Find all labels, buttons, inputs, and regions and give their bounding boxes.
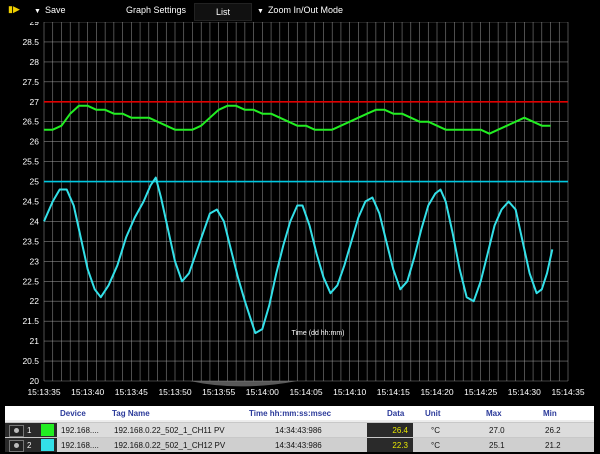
header-tag-name[interactable]: Tag Name	[112, 409, 150, 418]
x-tick-label: 15:14:20	[420, 387, 453, 397]
data-cell-bg: 26.4	[367, 423, 413, 437]
x-tick-label: 15:14:30	[508, 387, 541, 397]
y-tick-label: 25.5	[22, 157, 39, 167]
tag-cell: 192.168.0.22_502_1_CH12 PV	[114, 441, 226, 450]
table-row[interactable]: 1 192.168.... 192.168.0.22_502_1_CH11 PV…	[5, 422, 594, 437]
save-label: Save	[44, 5, 66, 15]
data-cell: 26.4	[392, 426, 408, 435]
max-cell: 25.1	[489, 441, 505, 450]
x-tick-label: 15:14:15	[377, 387, 410, 397]
x-tick-label: 15:14:05	[289, 387, 322, 397]
y-tick-label: 21.5	[22, 316, 39, 326]
header-unit[interactable]: Unit	[425, 409, 441, 418]
chevron-down-icon: ▼	[257, 8, 264, 15]
y-tick-label: 22.5	[22, 276, 39, 286]
y-tick-label: 23.5	[22, 236, 39, 246]
device-cell: 192.168....	[61, 441, 99, 450]
x-tick-label: 15:14:35	[551, 387, 584, 397]
device-cell: 192.168....	[61, 426, 99, 435]
series-color-swatch[interactable]	[41, 439, 54, 451]
y-axis-labels: 29 28.5 28 27.5 27 26.5 26 25.5 25 24.5 24 23.5 23 22…	[22, 22, 39, 386]
x-axis-labels: 15:13:35 15:13:40 15:13:45 15:13:50 15:13:55…	[27, 387, 584, 397]
data-cell: 22.3	[392, 441, 408, 450]
visibility-toggle-icon[interactable]	[9, 425, 24, 437]
x-tick-label: 15:13:40	[71, 387, 104, 397]
x-tick-label: 15:14:10	[333, 387, 366, 397]
time-cell: 14:34:43:986	[275, 426, 322, 435]
list-label: List	[215, 7, 230, 17]
max-cell: 27.0	[489, 426, 505, 435]
header-max[interactable]: Max	[486, 409, 502, 418]
unit-cell: °C	[431, 426, 440, 435]
y-tick-label: 24	[30, 216, 40, 226]
x-tick-label: 15:13:50	[158, 387, 191, 397]
save-menu[interactable]: ▼ Save	[34, 5, 65, 15]
row-controls: 1	[5, 423, 57, 437]
x-tick-label: 15:13:55	[202, 387, 235, 397]
zoom-mode-label: Zoom In/Out Mode	[267, 5, 343, 15]
y-tick-label: 27.5	[22, 77, 39, 87]
table-row[interactable]: 2 192.168.... 192.168.0.22_502_1_CH12 PV…	[5, 437, 594, 452]
table-header: Device Tag Name Time hh:mm:ss:msec Data …	[5, 406, 594, 420]
row-number: 2	[27, 441, 32, 450]
min-cell: 26.2	[545, 426, 561, 435]
series-color-swatch[interactable]	[41, 424, 54, 436]
zoom-mode-menu[interactable]: ▼ Zoom In/Out Mode	[257, 5, 343, 15]
y-tick-label: 26.5	[22, 117, 39, 127]
y-tick-label: 25	[30, 177, 40, 187]
chevron-down-icon: ▼	[34, 8, 41, 15]
channel-table: Device Tag Name Time hh:mm:ss:msec Data …	[5, 406, 594, 452]
toolbar: ▮▶ ▼ Save Graph Settings List ▼ Zoom In/Ou…	[0, 0, 600, 22]
header-min[interactable]: Min	[543, 409, 557, 418]
y-tick-label: 29	[30, 22, 40, 27]
header-time[interactable]: Time hh:mm:ss:msec	[249, 409, 331, 418]
visibility-toggle-icon[interactable]	[9, 440, 24, 452]
unit-cell: °C	[431, 441, 440, 450]
tag-cell: 192.168.0.22_502_1_CH11 PV	[114, 426, 225, 435]
row-number: 1	[27, 426, 32, 435]
header-data[interactable]: Data	[387, 409, 404, 418]
pause-icon[interactable]: ▮▶	[8, 4, 20, 15]
trend-chart[interactable]: 29 28.5 28 27.5 27 26.5 26 25.5 25 24.5 24 23.5 23 22…	[0, 22, 600, 406]
row-controls: 2	[5, 438, 57, 452]
data-cell-bg: 22.3	[367, 438, 413, 452]
x-tick-label: 15:13:45	[115, 387, 148, 397]
y-tick-label: 28.5	[22, 37, 39, 47]
x-tick-label: 15:14:00	[246, 387, 279, 397]
min-cell: 21.2	[545, 441, 561, 450]
y-tick-label: 21	[30, 336, 40, 346]
y-tick-label: 24.5	[22, 197, 39, 207]
time-cell: 14:34:43:986	[275, 441, 322, 450]
y-tick-label: 23	[30, 256, 40, 266]
x-axis-title: Time (dd hh:mm)	[291, 330, 344, 337]
header-device[interactable]: Device	[60, 409, 86, 418]
list-button[interactable]: List	[194, 3, 252, 21]
x-tick-label: 15:14:25	[464, 387, 497, 397]
y-tick-label: 26	[30, 137, 40, 147]
graph-settings-button[interactable]: Graph Settings	[126, 5, 186, 15]
y-tick-label: 22	[30, 296, 40, 306]
y-tick-label: 20	[30, 376, 40, 386]
y-tick-label: 27	[30, 97, 40, 107]
y-tick-label: 20.5	[22, 356, 39, 366]
chart-grid	[43, 22, 569, 382]
y-tick-label: 28	[30, 57, 40, 67]
x-tick-label: 15:13:35	[27, 387, 60, 397]
